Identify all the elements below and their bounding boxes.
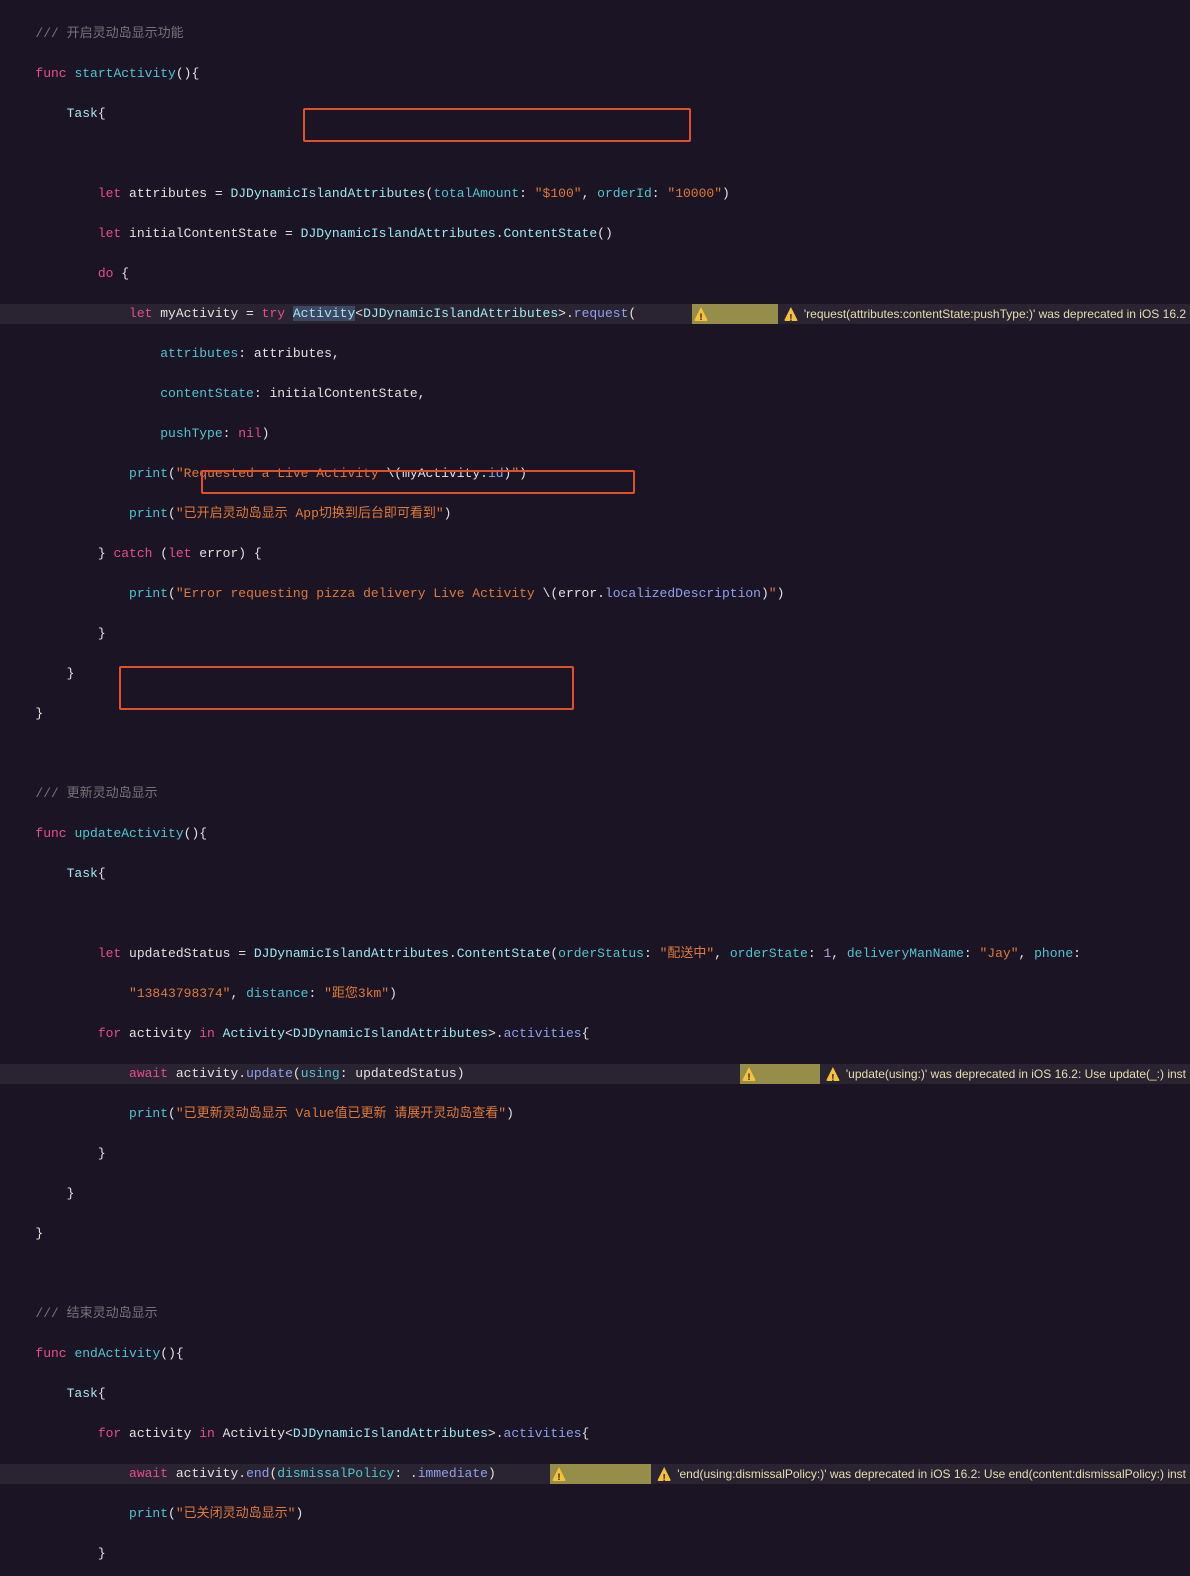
keyword-func: func <box>35 66 66 81</box>
comment: /// 开启灵动岛显示功能 <box>35 26 183 41</box>
warning-icon <box>742 1067 756 1081</box>
code-editor[interactable]: /// 开启灵动岛显示功能 func startActivity(){ Task… <box>0 0 1190 1576</box>
warning-icon <box>784 307 798 321</box>
comment: /// 结束灵动岛显示 <box>35 1306 157 1321</box>
warning-icon <box>694 307 708 321</box>
warning-icon <box>552 1467 566 1481</box>
warning-banner-3[interactable]: 'end(using:dismissalPolicy:)' was deprec… <box>651 1464 1190 1484</box>
warning-banner-2[interactable]: 'update(using:)' was deprecated in iOS 1… <box>820 1064 1190 1084</box>
func-name: endActivity <box>74 1346 160 1361</box>
warning-icon <box>826 1067 840 1081</box>
warning-icon <box>657 1467 671 1481</box>
func-name: startActivity <box>74 66 175 81</box>
warning-banner-1[interactable]: 'request(attributes:contentState:pushTyp… <box>778 304 1190 324</box>
func-name: updateActivity <box>74 826 183 841</box>
comment: /// 更新灵动岛显示 <box>35 786 157 801</box>
type: Task <box>67 106 98 121</box>
